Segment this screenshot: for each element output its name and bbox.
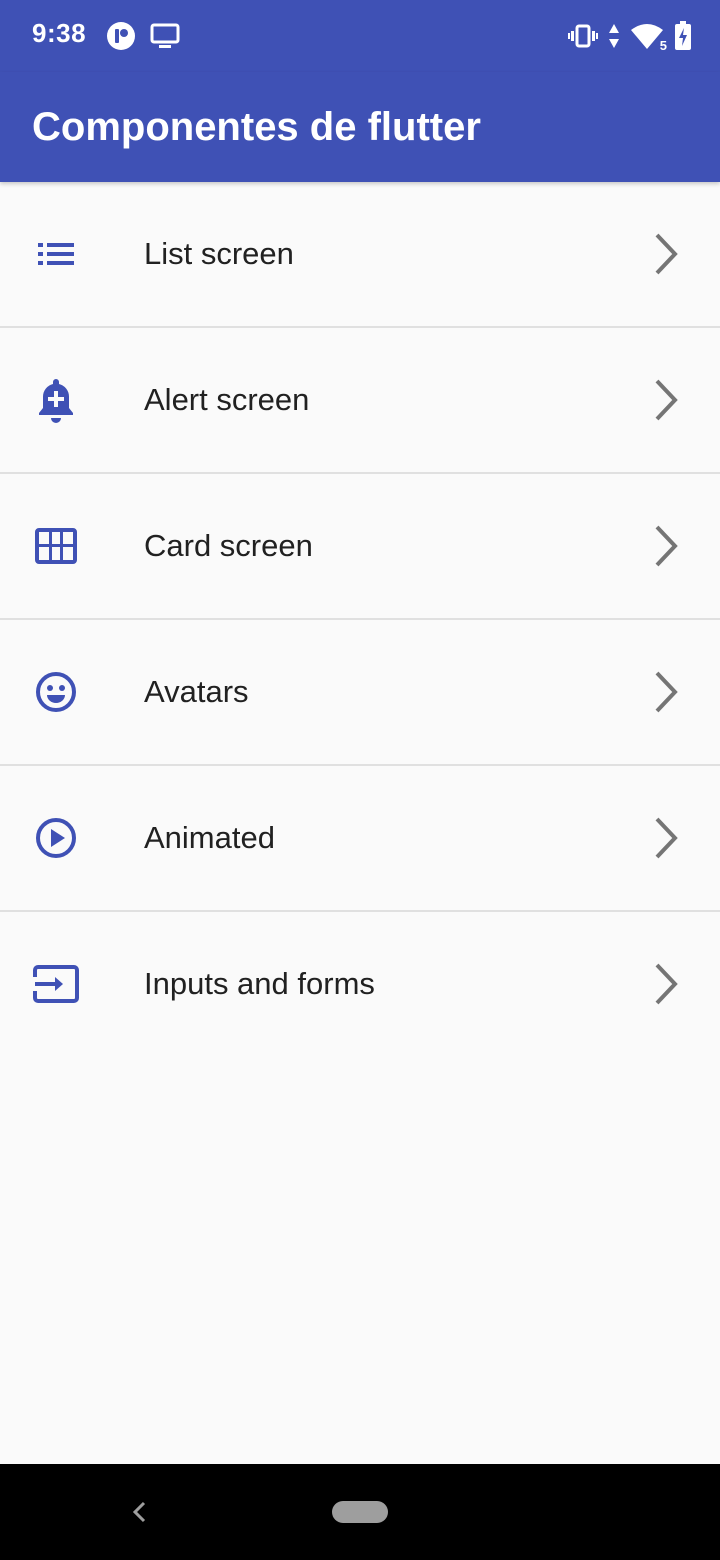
list-item-label: Animated [144, 820, 275, 855]
chevron-right-icon [648, 522, 684, 570]
chevron-right-icon [648, 960, 684, 1008]
list-item-avatars[interactable]: Avatars [0, 620, 720, 764]
back-icon[interactable] [124, 1496, 156, 1528]
smiley-face-icon [30, 666, 82, 718]
list-item-label: List screen [144, 236, 294, 271]
chevron-right-icon [648, 668, 684, 716]
components-list: List screen Alert screen Card screen Ava… [0, 182, 720, 1056]
add-alert-icon [30, 374, 82, 426]
page-title: Componentes de flutter [32, 105, 481, 149]
vibrate-icon [568, 23, 598, 49]
cast-screen-icon [150, 23, 180, 49]
list-item-animated[interactable]: Animated [0, 766, 720, 910]
input-icon [30, 958, 82, 1010]
grid-icon [30, 520, 82, 572]
list-item-label: Avatars [144, 674, 249, 709]
play-circle-icon [30, 812, 82, 864]
chevron-right-icon [648, 376, 684, 424]
chevron-right-icon [648, 230, 684, 278]
list-item-label: Card screen [144, 528, 313, 563]
list-item-list-screen[interactable]: List screen [0, 182, 720, 326]
app-notification-icon [106, 21, 136, 51]
battery-charging-icon [674, 21, 692, 51]
list-item-card-screen[interactable]: Card screen [0, 474, 720, 618]
status-time: 9:38 [32, 18, 87, 48]
list-item-inputs-and-forms[interactable]: Inputs and forms [0, 912, 720, 1056]
list-icon [30, 228, 82, 280]
wifi-badge: 5 [658, 38, 668, 53]
screen: 9:38 5 Componentes de flutter List scree… [0, 0, 720, 1560]
list-item-label: Inputs and forms [144, 966, 375, 1001]
list-item-label: Alert screen [144, 382, 310, 417]
status-bar: 9:38 5 [0, 0, 720, 72]
home-pill[interactable] [332, 1501, 388, 1523]
data-arrows-icon [608, 23, 620, 49]
status-left-icons [106, 20, 180, 52]
navigation-bar [0, 1464, 720, 1560]
wifi-icon: 5 [630, 22, 668, 52]
list-item-alert-screen[interactable]: Alert screen [0, 328, 720, 472]
status-right-icons: 5 [568, 20, 692, 52]
chevron-right-icon [648, 814, 684, 862]
app-bar: Componentes de flutter [0, 72, 720, 182]
